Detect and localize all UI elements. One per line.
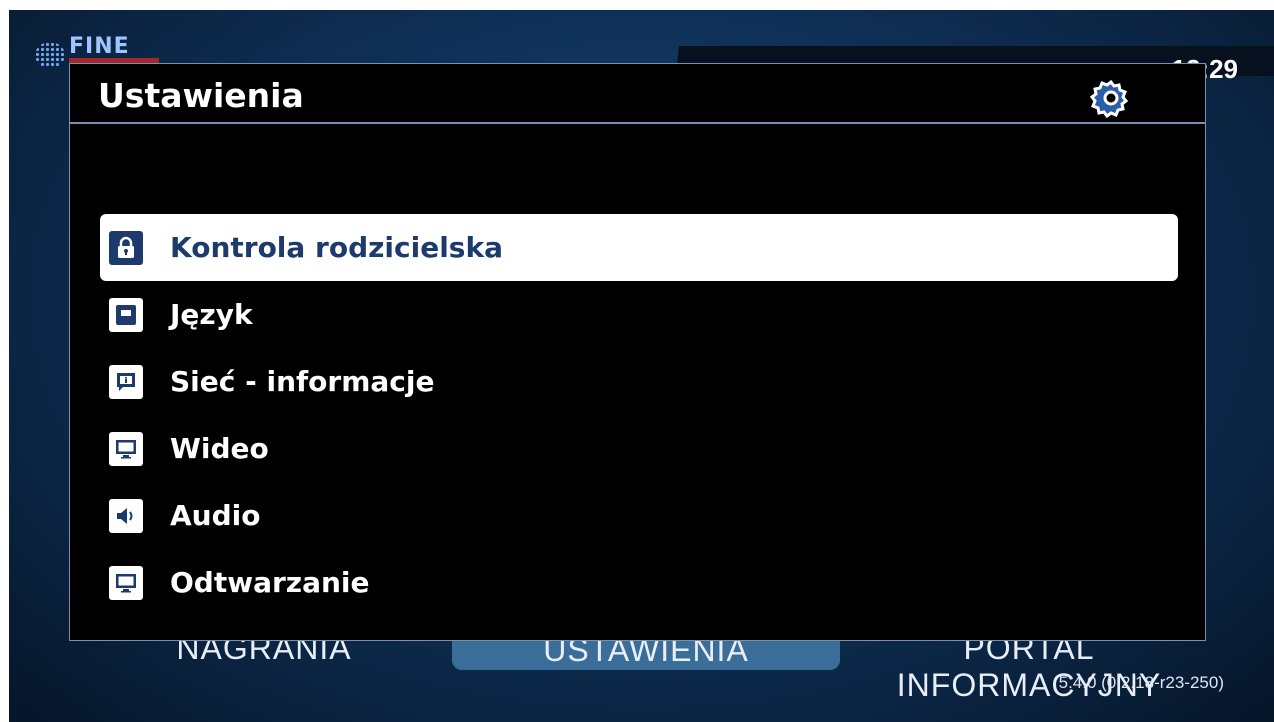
menu-item-audio[interactable]: Audio: [100, 482, 1178, 549]
logo-wordmark: FINE: [69, 34, 130, 59]
menu-item-label: Język: [170, 298, 253, 331]
menu-item-label: Audio: [170, 499, 261, 532]
monitor-icon: [109, 565, 143, 600]
monitor-icon: [109, 431, 143, 466]
version-label: 5.4.0 (0.2.18-r23-250): [1058, 673, 1224, 692]
lock-icon: [109, 230, 143, 265]
menu-item-label: Wideo: [170, 432, 269, 465]
menu-item-jezyk[interactable]: Język: [100, 281, 1178, 348]
info-icon: [109, 364, 143, 399]
menu-item-label: Odtwarzanie: [170, 566, 370, 599]
dialog-title: Ustawienia: [98, 76, 304, 115]
settings-menu: Kontrola rodzicielska Język Sieć - infor…: [100, 214, 1178, 616]
speaker-icon: [109, 498, 143, 533]
settings-dialog: Ustawienia Kontrola rodzicielska Język S…: [69, 63, 1206, 641]
gear-icon: [1089, 79, 1129, 119]
menu-item-label: Sieć - informacje: [170, 365, 435, 398]
menu-item-kontrola-rodzicielska[interactable]: Kontrola rodzicielska: [100, 214, 1178, 281]
menu-item-odtwarzanie[interactable]: Odtwarzanie: [100, 549, 1178, 616]
language-icon: [109, 297, 143, 332]
menu-item-label: Kontrola rodzicielska: [170, 231, 503, 264]
menu-item-siec-informacje[interactable]: Sieć - informacje: [100, 348, 1178, 415]
menu-item-wideo[interactable]: Wideo: [100, 415, 1178, 482]
logo-dots: [35, 42, 65, 68]
dialog-header: Ustawienia: [70, 64, 1205, 124]
